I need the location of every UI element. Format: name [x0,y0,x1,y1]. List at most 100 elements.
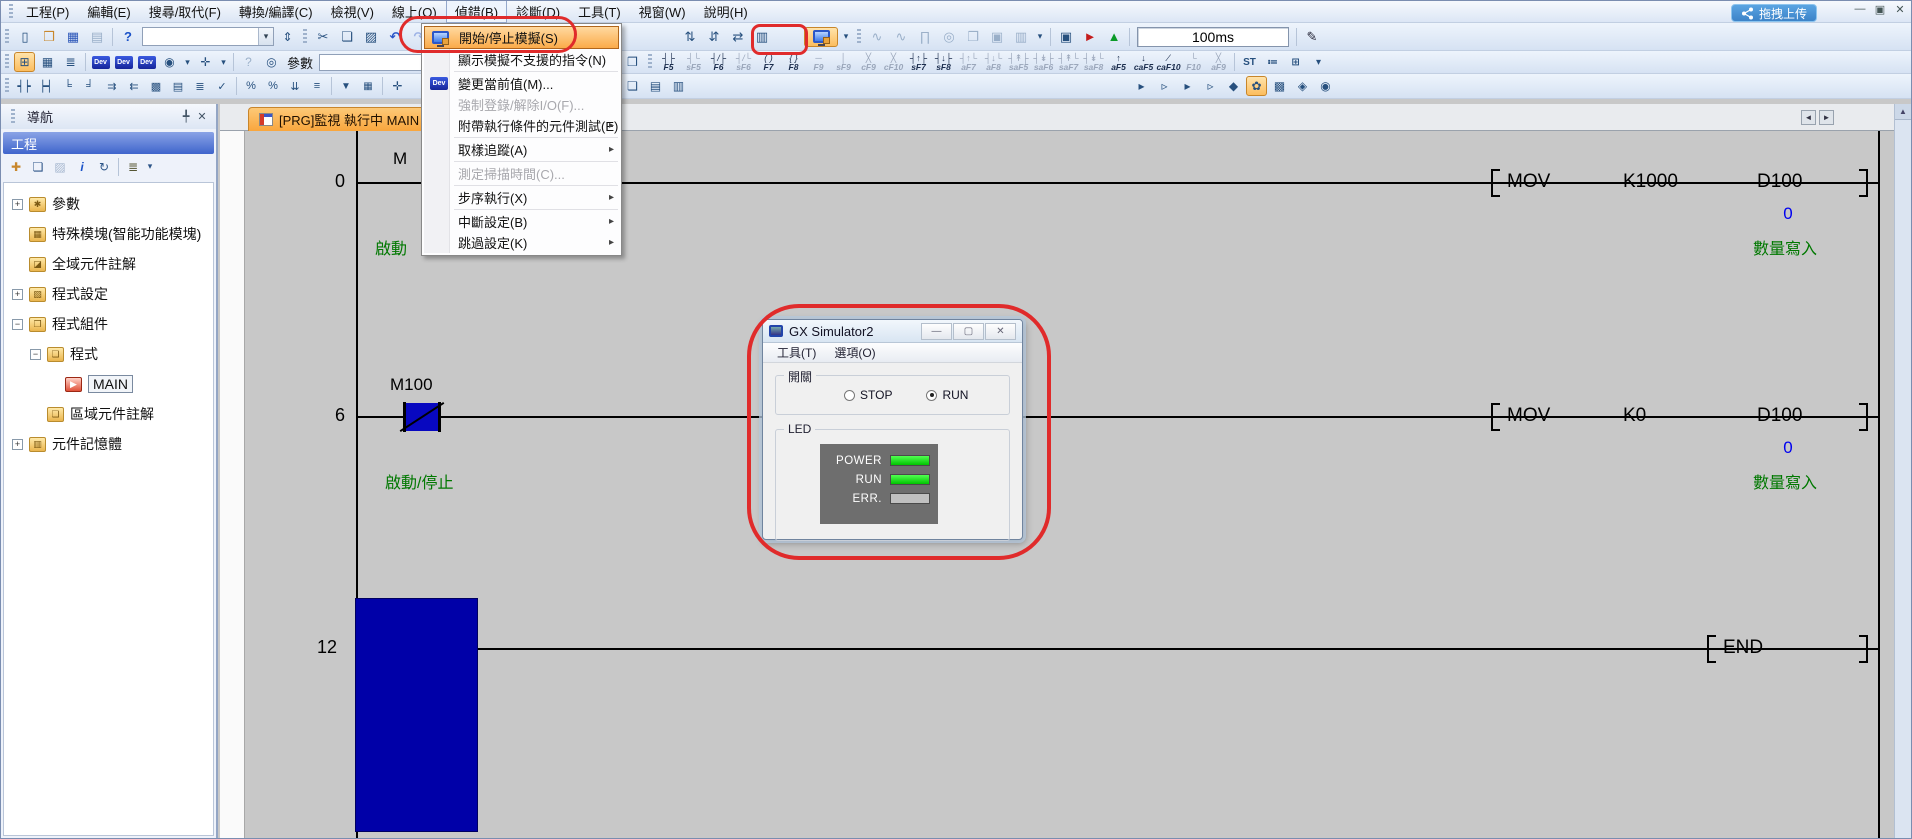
maximize-button[interactable]: ▣ [1873,3,1887,16]
instruction-operand2[interactable]: D100 [1757,171,1802,193]
toolbar-grip[interactable] [648,54,652,70]
tree-expand-toggle[interactable] [30,409,41,420]
ladder-symbol-button[interactable]: ╳ cF9 [856,53,881,72]
device-watch2-button[interactable]: Dev [113,52,134,72]
nav-copy-button[interactable]: ❏ [28,158,48,176]
nav-tree-item[interactable]: + ▧ 程式設定 [4,279,213,309]
nav-property-button[interactable]: i [72,158,92,176]
nav-paste-button[interactable]: ▨ [50,158,70,176]
quick-search-combobox[interactable]: ▾ [142,27,274,46]
ladder-symbol-button[interactable]: ┤/├ F6 [706,53,731,72]
ladder-symbol-button[interactable]: ↑ aF5 [1106,53,1131,72]
menu-item[interactable]: 線上(O) [383,0,446,23]
toolbar-grip[interactable] [9,4,13,20]
brush-button[interactable]: ✎ [1301,27,1323,47]
ladder-symbol-button[interactable]: ┤↡├ saF6 [1031,53,1056,72]
sim-window-button[interactable]: ✕ [985,323,1016,340]
start-stop-simulation-button[interactable] [804,27,838,47]
tree-expand-toggle[interactable] [12,259,23,270]
ladder-symbol-button[interactable]: ┤/└ sF6 [731,53,756,72]
combo-expand-button[interactable]: ⇕ [277,27,298,47]
intelligent-function-button[interactable]: ◆ [1223,76,1244,96]
intelligent-function-button[interactable]: ✿ [1246,76,1267,96]
plc-monitor-button[interactable]: ▥ [751,27,773,47]
ladder-edit-button[interactable]: ╛ [80,76,100,96]
comment-display-button[interactable]: % [241,76,261,96]
trace-watch-button[interactable]: ◎ [938,27,960,47]
page-zoom-button[interactable]: ❒ [622,52,643,72]
find-binoculars-button[interactable]: ◎ [261,52,282,72]
ladder-symbol-button[interactable]: ╳ aF9 [1206,53,1231,72]
chevron-down-icon[interactable]: ▾ [840,27,852,47]
instruction-opcode[interactable]: END [1723,637,1763,659]
nav-refresh-button[interactable]: ↻ [94,158,114,176]
paste-button[interactable]: ▨ [360,27,382,47]
intelligent-function-button[interactable]: ▹ [1154,76,1175,96]
toolbar-grip[interactable] [303,29,307,45]
close-button[interactable]: ✕ [1893,3,1907,16]
menu-item[interactable]: 視窗(W) [630,0,695,23]
close-icon[interactable]: ✕ [194,110,210,123]
undo-button[interactable]: ↶ [384,27,406,47]
comment-display-button[interactable]: % [263,76,283,96]
ladder-symbol-button[interactable]: ┤├ F5 [656,53,681,72]
instruction-operand1[interactable]: K0 [1623,405,1646,427]
trace-watch-button[interactable]: ❐ [962,27,984,47]
intelligent-function-button[interactable]: ▸ [1177,76,1198,96]
ladder-symbol-button[interactable]: ┤↓├ sF8 [931,53,956,72]
ladder-edit-button[interactable]: ≣ [190,76,210,96]
instruction-operand1[interactable]: K1000 [1623,171,1678,193]
nav-tree-item[interactable]: ▦ 特殊模塊(智能功能模塊) [4,219,213,249]
print-button[interactable]: ▤ [86,27,108,47]
ladder-symbol-button[interactable]: ┤↑├ sF7 [906,53,931,72]
cut-button[interactable]: ✂ [312,27,334,47]
monitor-mode-button[interactable]: ▥ [668,76,689,96]
nav-tree-item[interactable]: + ▥ 元件記憶體 [4,429,213,459]
monitor-mode-button[interactable]: ❏ [622,76,643,96]
plc-monitor-button[interactable]: ⇅ [679,27,701,47]
debug-menu-item[interactable]: Dev 跳過設定(K) [424,232,619,253]
ladder-symbol-button[interactable]: ─ F9 [806,53,831,72]
trace-watch-button[interactable]: ∿ [890,27,912,47]
trace-watch-button[interactable]: ∿ [866,27,888,47]
nav-tree-item[interactable]: ❏ 區域元件註解 [4,399,213,429]
scan-time-box[interactable]: 100ms [1137,27,1289,47]
nav-tree-item[interactable]: − ❏ 程式 [4,339,213,369]
options-wrench-button[interactable]: ✛ [387,76,408,96]
ladder-symbol-button[interactable]: ┤└ sF5 [681,53,706,72]
toolbar-grip[interactable] [5,29,9,45]
nav-tree-item[interactable]: ▶ MAIN [4,369,213,399]
module-config-button[interactable]: ▦ [37,52,58,72]
ladder-symbol-button[interactable]: └ F10 [1181,53,1206,72]
simulator-title-bar[interactable]: GX Simulator2 —▢✕ [763,320,1022,343]
ladder-edit-button[interactable]: ✓ [212,76,232,96]
intelligent-function-button[interactable]: ▩ [1269,76,1290,96]
ladder-edit-button[interactable]: ▤ [168,76,188,96]
debug-menu-item[interactable]: Dev 步序執行(X) [424,187,619,208]
device-test-button[interactable]: ▦ [358,76,378,96]
run-radio[interactable]: RUN [926,388,968,402]
plc-monitor-button[interactable]: ⇄ [727,27,749,47]
toolbar-grip[interactable] [5,54,9,70]
nav-tree-item[interactable]: − ❒ 程式組件 [4,309,213,339]
ladder-symbol-button[interactable]: ┤↓└ aF8 [981,53,1006,72]
vertical-scrollbar[interactable]: ▲ [1894,104,1911,838]
copy-button[interactable]: ❏ [336,27,358,47]
nav-new-button[interactable]: ✚ [6,158,26,176]
open-project-button[interactable]: ❒ [38,27,60,47]
ladder-edit-button[interactable]: ┥┝ [14,76,34,96]
drag-upload-button[interactable]: 拖拽上传 [1731,4,1817,22]
navigation-window-button[interactable]: ⊞ [14,52,35,72]
new-project-button[interactable]: ▯ [14,27,36,47]
menu-item[interactable]: 工具(T) [569,0,630,23]
context-help-button[interactable]: ? [238,52,259,72]
trace-watch-button[interactable]: ∏ [914,27,936,47]
ladder-symbol-button[interactable]: ╳ cF10 [881,53,906,72]
comment-display-button[interactable]: ≡ [307,76,327,96]
menu-item[interactable]: 搜尋/取代(F) [140,0,230,23]
comment-display-button[interactable]: ⇊ [285,76,305,96]
tree-expand-toggle[interactable]: − [30,349,41,360]
menu-item[interactable]: 轉換/編譯(C) [230,0,322,23]
device-watch1-button[interactable]: Dev [90,52,111,72]
ladder-symbol-button[interactable]: { } F8 [781,53,806,72]
